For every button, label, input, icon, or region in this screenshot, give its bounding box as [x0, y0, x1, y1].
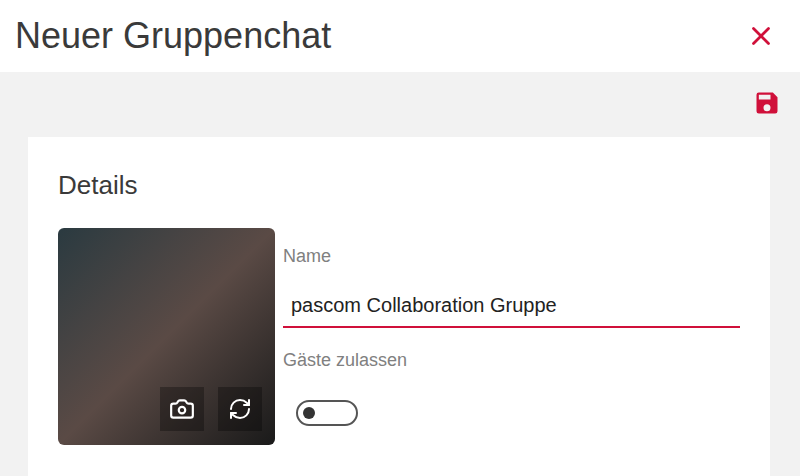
refresh-icon[interactable] — [228, 397, 252, 421]
header: Neuer Gruppenchat — [0, 0, 800, 72]
section-title: Details — [58, 169, 740, 201]
content-area: Details Name pascom Collaboration Gruppe Gä… — [0, 72, 800, 476]
close-button[interactable] — [742, 17, 780, 55]
new-group-chat-dialog: Neuer Gruppenchat Details Name pascom Colla… — [0, 0, 800, 476]
save-icon[interactable] — [753, 89, 781, 117]
close-icon[interactable] — [746, 21, 776, 51]
details-card: Details Name pascom Collaboration Gruppe Gä… — [28, 137, 770, 476]
refresh-button[interactable] — [218, 387, 262, 431]
toggle-knob — [303, 407, 315, 419]
guests-label: Gäste zulassen — [283, 348, 740, 372]
dialog-title: Neuer Gruppenchat — [15, 14, 331, 58]
group-photo — [58, 228, 275, 445]
camera-button[interactable] — [160, 387, 204, 431]
camera-icon[interactable] — [169, 396, 195, 422]
name-input[interactable]: pascom Collaboration Gruppe — [283, 292, 740, 328]
save-button[interactable] — [753, 88, 781, 118]
name-label: Name — [283, 244, 740, 268]
guests-toggle[interactable] — [296, 400, 358, 426]
